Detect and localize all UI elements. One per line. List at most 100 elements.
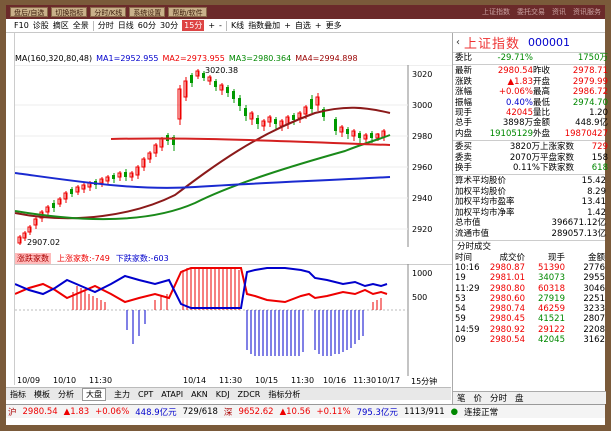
menu-item-4[interactable]: 资讯服务 bbox=[573, 7, 601, 17]
ticks-title: 分时成交 bbox=[457, 241, 492, 252]
overlay-index-button[interactable]: 指数叠加 bbox=[248, 20, 280, 31]
ticks-header: 分时成交 bbox=[453, 242, 605, 253]
tick-amount: 3162 bbox=[583, 334, 605, 345]
indicator-chart-svg: 1000 500 bbox=[14, 263, 452, 376]
row-label: 内盘 bbox=[455, 128, 473, 139]
tick-volume: 41521 bbox=[537, 314, 565, 325]
row-value: 618 bbox=[591, 163, 608, 174]
tick-time: 54 bbox=[455, 304, 466, 315]
menu-button-4[interactable]: 系统设置 bbox=[129, 7, 166, 17]
row-label: 算术平均股价 bbox=[455, 176, 507, 187]
tab-zdcr[interactable]: ZDCR bbox=[238, 390, 261, 399]
tab-analysis[interactable]: 分析 bbox=[58, 389, 74, 400]
quote-row: 涨跌 ▲1.83 开盘 2979.99 bbox=[453, 76, 608, 87]
tab-market[interactable]: 大盘 bbox=[82, 387, 106, 401]
tick-row: 53 2980.60 27919 2251 bbox=[453, 294, 605, 304]
zoom-out-button[interactable]: - bbox=[219, 21, 222, 30]
row-label: 加权平均股价 bbox=[455, 186, 507, 197]
divider bbox=[225, 20, 227, 31]
down-count-line bbox=[14, 267, 388, 309]
tool-diagnose[interactable]: 诊股 bbox=[33, 20, 49, 31]
add-watch-button[interactable]: + bbox=[315, 21, 322, 30]
indicator-up: 上涨家数:-749 bbox=[57, 253, 110, 263]
average-row: 加权平均市盈率 13.41 bbox=[453, 197, 606, 207]
tick-time: 10:16 bbox=[455, 262, 480, 273]
zoom-in-button[interactable]: + bbox=[208, 21, 215, 30]
tab-cpt[interactable]: CPT bbox=[138, 390, 153, 399]
row-value: 2979.99 bbox=[572, 76, 608, 87]
tab-intraday[interactable]: 分时 bbox=[490, 392, 507, 404]
row-label: 最新 bbox=[455, 66, 473, 77]
panel-bottom-tabs: 笔 价 分时 盘 bbox=[453, 391, 606, 404]
value: 1750万 bbox=[577, 53, 608, 63]
more-button[interactable]: 更多 bbox=[326, 20, 342, 31]
period-60min[interactable]: 60分 bbox=[138, 20, 156, 31]
row-label: 昨收 bbox=[533, 66, 551, 77]
sh-updown: 729/618 bbox=[182, 406, 218, 417]
menu-item-2[interactable]: 委托交易 bbox=[517, 7, 545, 17]
quote-row: 总手 3898万 金额 448.9亿 bbox=[453, 118, 608, 129]
ma3-value: MA3=2980.364 bbox=[228, 54, 292, 63]
menu-button-2[interactable]: 切换指标 bbox=[51, 7, 88, 17]
tab-indicator[interactable]: 指标 bbox=[10, 389, 26, 400]
tab-indicator-analysis[interactable]: 指标分析 bbox=[268, 389, 300, 400]
indicator-name[interactable]: 涨跌家数 bbox=[15, 252, 51, 264]
menu-button-1[interactable]: 盘后/自选 bbox=[10, 7, 49, 17]
tool-zhaiqu[interactable]: 摘区 bbox=[53, 20, 69, 31]
row-value: 8.29 bbox=[587, 186, 606, 197]
tool-panorama[interactable]: 全景 bbox=[73, 20, 89, 31]
row-label: 振幅 bbox=[455, 97, 473, 108]
row-value: 0.11% bbox=[512, 163, 540, 174]
average-row: 算术平均股价 15.42 bbox=[453, 176, 606, 187]
kline-type-button[interactable]: K线 bbox=[231, 20, 244, 31]
tab-akn[interactable]: AKN bbox=[191, 390, 208, 399]
row-value: 0.40% bbox=[505, 97, 533, 108]
price-chart[interactable]: 3020.38 2907.02 3020 3000 2980 2960 2940… bbox=[14, 64, 452, 247]
tick-amount: 2955 bbox=[583, 273, 605, 284]
top-menu-bar: 盘后/自选 切换指标 分时/K线 系统设置 帮助/软件 上证指数 委托交易 资讯… bbox=[6, 5, 605, 19]
tick-amount: 2807 bbox=[583, 314, 605, 325]
watchlist-button[interactable]: 自选 bbox=[295, 20, 311, 31]
period-30min[interactable]: 30分 bbox=[160, 20, 178, 31]
menu-item-3[interactable]: 资讯 bbox=[552, 7, 566, 17]
tab-kdj[interactable]: KDJ bbox=[216, 390, 230, 399]
sz-amount: 795.3亿元 bbox=[356, 407, 398, 418]
menu-button-3[interactable]: 分时/K线 bbox=[90, 7, 127, 17]
connection-icon: ● bbox=[450, 406, 459, 417]
tick-price: 2980.80 bbox=[489, 283, 525, 294]
tick-volume: 60318 bbox=[537, 283, 565, 294]
tab-template[interactable]: 模板 bbox=[34, 389, 50, 400]
indicator-chart[interactable]: 1000 500 bbox=[14, 263, 452, 376]
x-tick-8: 10/16 bbox=[323, 376, 347, 385]
add-button[interactable]: + bbox=[284, 21, 291, 30]
indicator-down: 下跌家数:-603 bbox=[115, 253, 169, 263]
tab-orderbook[interactable]: 盘 bbox=[515, 392, 524, 404]
row-value: 2980.54 bbox=[497, 66, 533, 77]
tab-price[interactable]: 价 bbox=[474, 392, 483, 404]
tool-f10[interactable]: F10 bbox=[14, 21, 29, 30]
period-15min[interactable]: 15分 bbox=[182, 20, 205, 31]
row-label: 金额 bbox=[533, 118, 551, 129]
x-tick-1: 10/09 bbox=[17, 376, 41, 385]
average-row: 流通市值 289057.13亿 bbox=[453, 228, 606, 239]
tick-row: 59 2980.45 41521 2807 bbox=[453, 314, 605, 324]
tab-tick[interactable]: 笔 bbox=[457, 392, 466, 404]
period-daily[interactable]: 日线 bbox=[118, 20, 134, 31]
menu-item-1[interactable]: 上证指数 bbox=[482, 7, 510, 17]
x-tick-6: 10/15 bbox=[255, 376, 279, 385]
average-row: 总市值 396671.12亿 bbox=[453, 218, 606, 228]
tick-price: 2980.45 bbox=[489, 314, 525, 325]
tick-price: 2980.74 bbox=[489, 304, 525, 315]
menu-button-5[interactable]: 帮助/软件 bbox=[168, 7, 207, 17]
row-value: 42045 bbox=[505, 108, 533, 119]
prev-stock-icon[interactable]: ‹ bbox=[456, 37, 460, 48]
row-value: 3898万 bbox=[502, 118, 533, 129]
tab-main-force[interactable]: 主力 bbox=[114, 389, 130, 400]
breadth-row: 换手 0.11% 下跌家数 618 bbox=[453, 163, 608, 174]
row-label: 流通市值 bbox=[455, 228, 490, 239]
ind-tick-500: 500 bbox=[412, 293, 427, 302]
tick-volume: 46259 bbox=[537, 304, 565, 315]
tick-volume: 27919 bbox=[537, 293, 565, 304]
tab-atapi[interactable]: ATAPI bbox=[161, 390, 183, 399]
period-intraday[interactable]: 分时 bbox=[98, 20, 114, 31]
